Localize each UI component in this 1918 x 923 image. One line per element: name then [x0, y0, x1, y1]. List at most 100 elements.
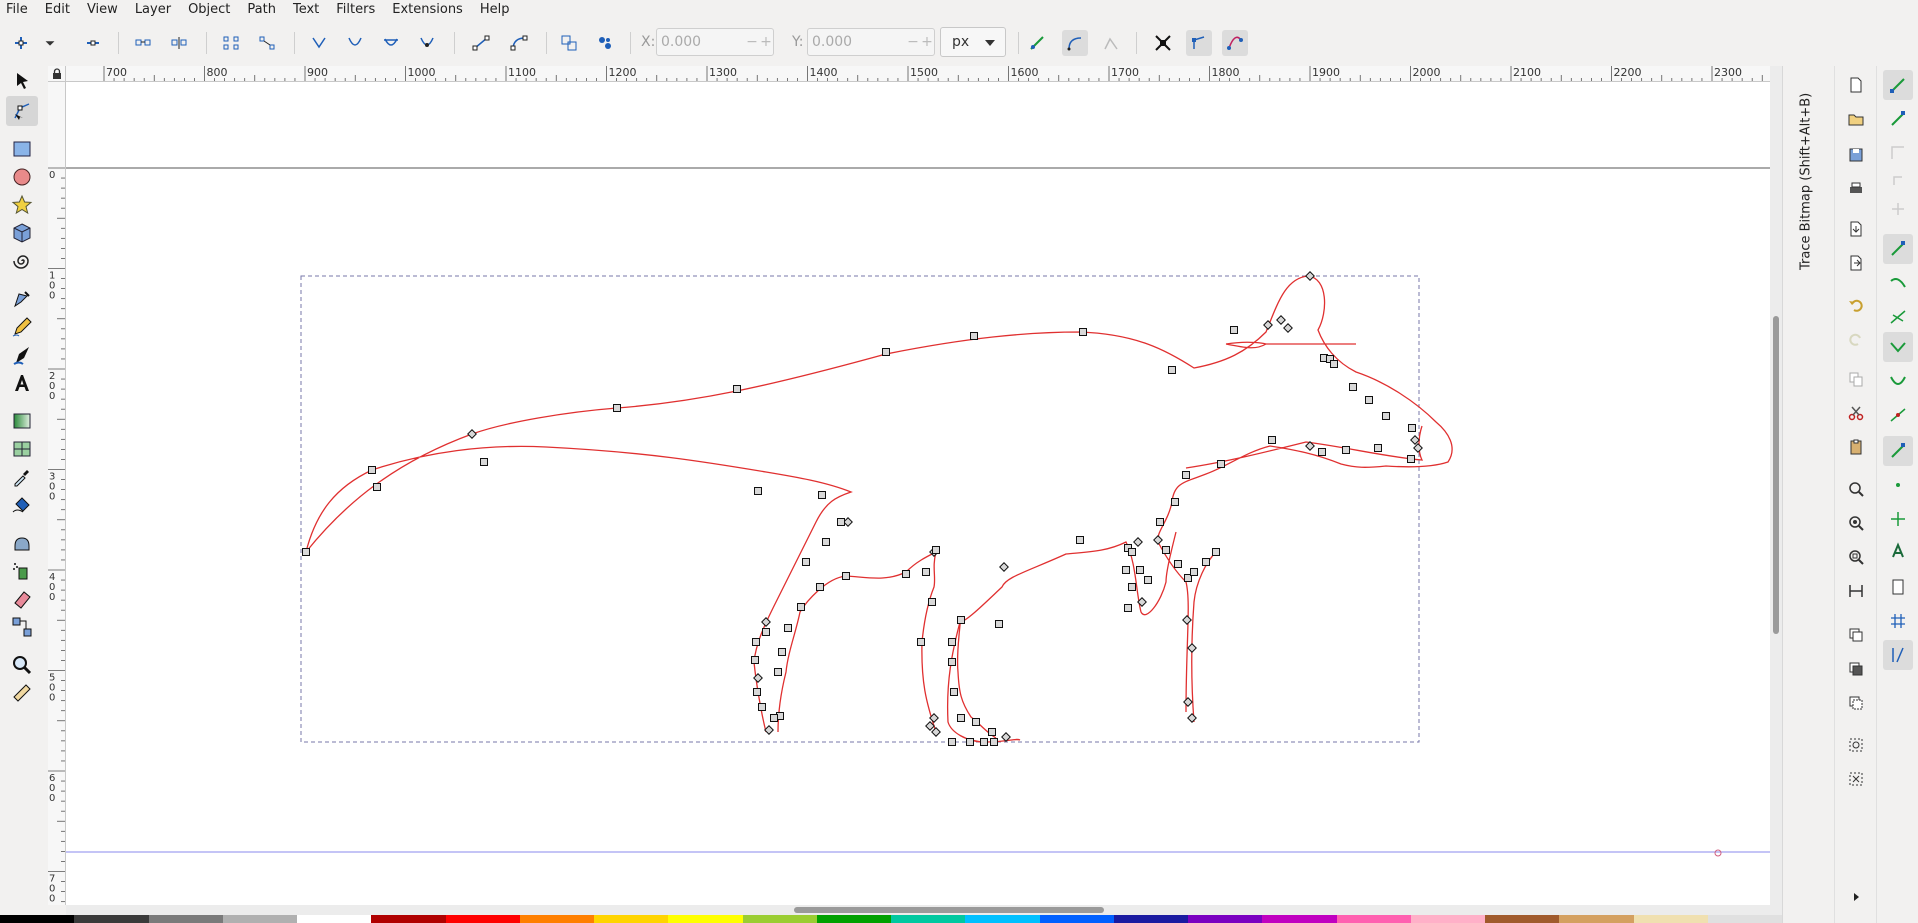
menu-layer[interactable]: Layer [126, 1, 179, 18]
ruler-corner-lock[interactable] [48, 66, 66, 82]
snap-guide-toggle[interactable] [1883, 640, 1913, 670]
snap-cusp-nodes-toggle[interactable] [1883, 332, 1913, 362]
color-swatch[interactable] [668, 915, 743, 923]
color-swatch[interactable] [1188, 915, 1263, 923]
snap-line-midpoints-toggle[interactable] [1883, 400, 1913, 430]
path-node[interactable] [1187, 643, 1197, 653]
snap-smooth-nodes-toggle[interactable] [1883, 366, 1913, 396]
drawing-canvas[interactable] [66, 82, 1770, 905]
delete-segment-button[interactable] [254, 30, 280, 56]
path-node[interactable] [1276, 315, 1286, 325]
menu-object[interactable]: Object [179, 1, 238, 18]
path-node[interactable] [932, 546, 940, 554]
color-swatch[interactable] [1113, 915, 1188, 923]
path-node[interactable] [822, 538, 830, 546]
spray-tool[interactable] [6, 556, 38, 586]
path-node[interactable] [1410, 435, 1420, 445]
stroke-to-path-button[interactable] [592, 30, 618, 56]
color-swatch[interactable] [1410, 915, 1485, 923]
path-node[interactable] [1187, 713, 1197, 723]
gradient-tool[interactable] [6, 406, 38, 436]
star-tool[interactable] [6, 190, 38, 220]
snap-bbox-corners-toggle[interactable] [1883, 166, 1913, 196]
path-node[interactable] [1190, 568, 1198, 576]
snap-intersections-toggle[interactable] [1883, 302, 1913, 332]
path-node[interactable] [802, 558, 810, 566]
path-node[interactable] [1374, 444, 1382, 452]
mesh-tool[interactable] [6, 434, 38, 464]
segment-curve-button[interactable] [506, 30, 532, 56]
paste-button[interactable] [1843, 434, 1869, 460]
path-node[interactable] [302, 548, 310, 556]
path-node[interactable] [1153, 535, 1163, 545]
node-cusp-button[interactable] [306, 30, 332, 56]
x-decrement-button[interactable]: − [745, 34, 759, 50]
color-swatch[interactable] [297, 915, 372, 923]
path-node[interactable] [758, 703, 766, 711]
path-node[interactable] [917, 638, 925, 646]
cut-button[interactable] [1843, 400, 1869, 426]
menu-view[interactable]: View [78, 1, 126, 18]
path-node[interactable] [752, 638, 760, 646]
path-node[interactable] [948, 738, 956, 746]
path-node[interactable] [948, 638, 956, 646]
ellipse-tool[interactable] [6, 162, 38, 192]
pen-tool[interactable] [6, 284, 38, 314]
menu-text[interactable]: Text [284, 1, 327, 18]
zoom-tool[interactable] [6, 650, 38, 680]
path-node[interactable] [972, 718, 980, 726]
trace-bitmap-dialog-tab[interactable]: Trace Bitmap (Shift+Alt+B) [1796, 70, 1816, 270]
path-node[interactable] [837, 518, 845, 526]
ungroup-button[interactable] [1843, 766, 1869, 792]
join-nodes-button[interactable] [130, 30, 156, 56]
path-node[interactable] [842, 572, 850, 580]
path-node[interactable] [1408, 424, 1416, 432]
color-palette[interactable] [0, 915, 1782, 923]
unit-select[interactable]: px [940, 27, 1006, 57]
undo-button[interactable] [1843, 292, 1869, 318]
break-path-button[interactable] [166, 30, 192, 56]
save-button[interactable] [1843, 142, 1869, 168]
y-decrement-button[interactable]: − [906, 34, 920, 50]
horizontal-scrollbar[interactable] [66, 905, 1770, 915]
show-path-direction-toggle[interactable] [1222, 30, 1248, 56]
horizontal-ruler[interactable]: 700 800 900 1000 1100 1200 1300 1400 1500 1600 170… [66, 66, 1770, 82]
snap-rotation-center-toggle[interactable] [1883, 504, 1913, 534]
path-node[interactable] [1174, 560, 1182, 568]
duplicate-button[interactable] [1843, 622, 1869, 648]
path-node[interactable] [1407, 455, 1415, 463]
path-node[interactable] [922, 568, 930, 576]
path-node[interactable] [970, 332, 978, 340]
path-node[interactable] [999, 562, 1009, 572]
path-node[interactable] [957, 616, 965, 624]
color-swatch[interactable] [519, 915, 594, 923]
copy-button[interactable] [1843, 366, 1869, 392]
zoom-width-button[interactable] [1843, 578, 1869, 604]
node-smooth-button[interactable] [342, 30, 368, 56]
delete-node-button[interactable] [80, 30, 106, 56]
menu-file[interactable]: File [0, 1, 36, 18]
snap-centers-toggle[interactable] [1883, 470, 1913, 500]
path-node[interactable] [843, 517, 853, 527]
path-node[interactable] [1365, 396, 1373, 404]
path-node[interactable] [882, 348, 890, 356]
path-node[interactable] [966, 738, 974, 746]
menu-path[interactable]: Path [238, 1, 284, 18]
vertical-scroll-thumb[interactable] [1773, 316, 1779, 634]
color-swatch[interactable] [1559, 915, 1634, 923]
spiral-tool[interactable] [6, 246, 38, 276]
color-swatch[interactable] [965, 915, 1040, 923]
group-button[interactable] [1843, 732, 1869, 758]
color-swatch[interactable] [594, 915, 669, 923]
snap-nodes-toggle[interactable] [1883, 234, 1913, 264]
path-node[interactable] [948, 658, 956, 666]
path-node[interactable] [902, 570, 910, 578]
path-node[interactable] [1076, 536, 1084, 544]
show-bbox-toggle[interactable] [1186, 30, 1212, 56]
snap-page-border-toggle[interactable] [1883, 572, 1913, 602]
rectangle-tool[interactable] [6, 134, 38, 164]
pencil-tool[interactable] [6, 312, 38, 342]
path-node[interactable] [1133, 537, 1143, 547]
tweak-tool[interactable] [6, 528, 38, 558]
y-coordinate-field[interactable]: 0.000 − + [807, 28, 935, 56]
